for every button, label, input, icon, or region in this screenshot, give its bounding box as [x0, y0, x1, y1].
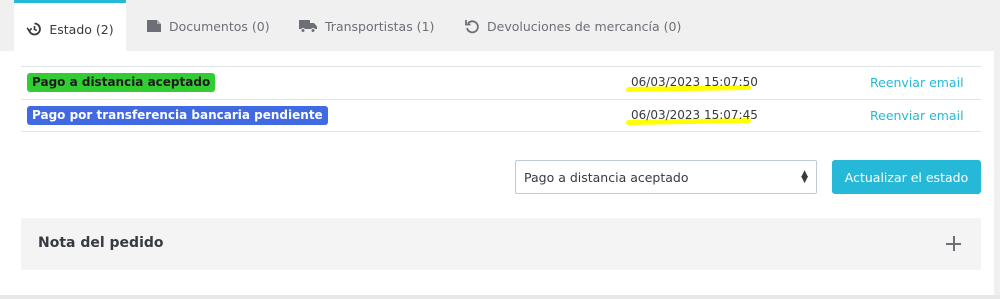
- resend-email-link[interactable]: Reenviar email: [870, 75, 964, 90]
- plus-icon[interactable]: [946, 236, 961, 251]
- tab-label: Estado (2): [49, 21, 114, 37]
- status-badge: Pago a distancia aceptado: [27, 73, 216, 92]
- history-row: Pago por transferencia bancaria pendient…: [21, 99, 981, 132]
- truck-icon: [298, 19, 318, 33]
- history-icon: [26, 21, 42, 37]
- status-panel: Pago a distancia aceptado 06/03/2023 15:…: [0, 51, 994, 295]
- order-note-title: Nota del pedido: [38, 235, 164, 251]
- tab-transportistas[interactable]: Transportistas (1): [298, 0, 434, 52]
- tab-documentos[interactable]: Documentos (0): [146, 0, 270, 52]
- history-row: Pago a distancia aceptado 06/03/2023 15:…: [21, 66, 981, 99]
- tab-label: Devoluciones de mercancía (0): [487, 18, 682, 34]
- order-note-section[interactable]: Nota del pedido: [21, 218, 981, 270]
- panel-bottom-edge: [0, 295, 1000, 299]
- update-status-button[interactable]: Actualizar el estado: [832, 160, 981, 194]
- tab-estado[interactable]: Estado (2): [14, 0, 126, 52]
- selected-status-value: Pago a distancia aceptado: [524, 169, 689, 185]
- status-badge: Pago por transferencia bancaria pendient…: [27, 106, 328, 125]
- tab-label: Documentos (0): [169, 18, 270, 34]
- tab-devoluciones[interactable]: Devoluciones de mercancía (0): [464, 0, 681, 52]
- return-icon: [464, 18, 480, 34]
- order-status-select[interactable]: Pago a distancia aceptado ▲ ▼: [515, 160, 817, 194]
- select-caret-icon: ▲ ▼: [801, 169, 808, 185]
- resend-email-link[interactable]: Reenviar email: [870, 108, 964, 123]
- status-date: 06/03/2023 15:07:45: [631, 108, 758, 122]
- document-icon: [146, 19, 162, 33]
- status-date: 06/03/2023 15:07:50: [631, 75, 758, 89]
- tab-label: Transportistas (1): [325, 18, 435, 34]
- order-tabs: Estado (2) Documentos (0) Transportistas…: [0, 0, 1000, 52]
